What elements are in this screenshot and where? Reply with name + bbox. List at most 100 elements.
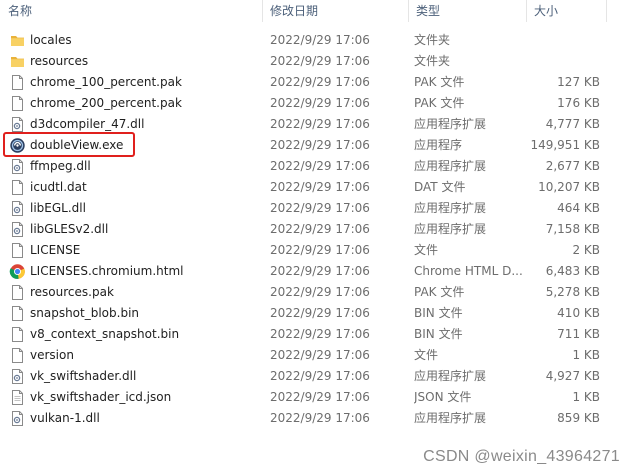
dll-icon [9,200,26,217]
file-size [530,51,600,72]
file-date: 2022/9/29 17:06 [270,96,370,110]
file-size: 711 KB [557,327,600,341]
file-icon [9,242,26,259]
file-size: 4,777 KB [545,117,600,131]
file-date: 2022/9/29 17:06 [270,264,370,278]
file-icon [9,74,26,91]
file-date: 2022/9/29 17:06 [270,117,370,131]
column-header-type[interactable]: 类型 [408,0,526,22]
file-size: 859 KB [557,411,600,425]
file-date: 2022/9/29 17:06 [270,201,370,215]
file-type: 文件夹 [414,54,451,68]
file-row[interactable]: icudtl.dat 2022/9/29 17:06 DAT 文件 10,207 KB [0,177,638,198]
file-icon [9,179,26,196]
column-divider[interactable] [606,0,607,22]
file-name: libGLESv2.dll [30,222,109,236]
folder-icon [9,53,26,70]
file-row[interactable]: chrome_200_percent.pak 2022/9/29 17:06 PAK… [0,93,638,114]
file-date: 2022/9/29 17:06 [270,138,370,152]
file-row[interactable]: libGLESv2.dll 2022/9/29 17:06 应用程序扩展 7,158 … [0,219,638,240]
file-date: 2022/9/29 17:06 [270,411,370,425]
file-name: ffmpeg.dll [30,159,91,173]
file-row[interactable]: chrome_100_percent.pak 2022/9/29 17:06 PAK… [0,72,638,93]
file-size: 2,677 KB [545,159,600,173]
dll-icon [9,410,26,427]
file-name: v8_context_snapshot.bin [30,327,180,341]
file-name: locales [30,33,72,47]
file-icon [9,305,26,322]
file-type: 应用程序扩展 [414,117,487,131]
file-type: 应用程序扩展 [414,159,487,173]
file-size: 10,207 KB [538,180,600,194]
file-type: 文件夹 [414,33,451,47]
file-row[interactable]: LICENSE 2022/9/29 17:06 文件 2 KB [0,240,638,261]
file-row[interactable]: vulkan-1.dll 2022/9/29 17:06 应用程序扩展 859 KB [0,408,638,429]
file-name: LICENSES.chromium.html [30,264,184,278]
file-name: libEGL.dll [30,201,86,215]
file-size: 5,278 KB [545,285,600,299]
file-date: 2022/9/29 17:06 [270,285,370,299]
file-name: chrome_200_percent.pak [30,96,182,110]
file-date: 2022/9/29 17:06 [270,33,370,47]
file-name: chrome_100_percent.pak [30,75,182,89]
file-date: 2022/9/29 17:06 [270,243,370,257]
file-size: 1 KB [572,348,600,362]
file-row[interactable]: resources.pak 2022/9/29 17:06 PAK 文件 5,278 … [0,282,638,303]
file-type: BIN 文件 [414,306,463,320]
file-row[interactable]: resources 2022/9/29 17:06 文件夹 [0,51,638,72]
file-name: vk_swiftshader_icd.json [30,390,172,404]
file-size: 464 KB [557,201,600,215]
file-row[interactable]: snapshot_blob.bin 2022/9/29 17:06 BIN 文件 41… [0,303,638,324]
file-size: 7,158 KB [545,222,600,236]
column-header-bar: 名称 修改日期 类型 大小 [0,0,638,24]
file-type: 应用程序扩展 [414,201,487,215]
file-date: 2022/9/29 17:06 [270,306,370,320]
file-icon [9,326,26,343]
file-name: icudtl.dat [30,180,87,194]
file-size: 127 KB [557,75,600,89]
file-row[interactable]: locales 2022/9/29 17:06 文件夹 [0,30,638,51]
dll-icon [9,116,26,133]
file-type: 应用程序扩展 [414,222,487,236]
dll-icon [9,158,26,175]
file-icon [9,284,26,301]
file-date: 2022/9/29 17:06 [270,180,370,194]
file-type: 文件 [414,348,439,362]
file-type: 应用程序 [414,138,463,152]
highlight-box [3,132,135,157]
dll-icon [9,221,26,238]
file-row[interactable]: vk_swiftshader_icd.json 2022/9/29 17:06 JS… [0,387,638,408]
file-type: PAK 文件 [414,96,465,110]
column-header-name[interactable]: 名称 [0,0,262,22]
file-type: 应用程序扩展 [414,411,487,425]
file-date: 2022/9/29 17:06 [270,327,370,341]
file-row[interactable]: ffmpeg.dll 2022/9/29 17:06 应用程序扩展 2,677 KB [0,156,638,177]
file-size [530,30,600,51]
file-size: 6,483 KB [545,264,600,278]
file-row[interactable]: version 2022/9/29 17:06 文件 1 KB [0,345,638,366]
folder-icon [9,32,26,49]
file-row[interactable]: libEGL.dll 2022/9/29 17:06 应用程序扩展 464 KB [0,198,638,219]
file-icon [9,95,26,112]
file-row[interactable]: vk_swiftshader.dll 2022/9/29 17:06 应用程序扩展 4… [0,366,638,387]
file-name: vulkan-1.dll [30,411,100,425]
file-date: 2022/9/29 17:06 [270,222,370,236]
file-name: snapshot_blob.bin [30,306,140,320]
watermark: CSDN @weixin_43964271 [423,448,620,465]
file-size: 1 KB [572,390,600,404]
column-header-date[interactable]: 修改日期 [262,0,408,22]
file-date: 2022/9/29 17:06 [270,348,370,362]
chrome-icon [9,263,26,280]
file-row[interactable]: LICENSES.chromium.html 2022/9/29 17:06 Chr… [0,261,638,282]
file-date: 2022/9/29 17:06 [270,75,370,89]
file-date: 2022/9/29 17:06 [270,369,370,383]
file-type: DAT 文件 [414,180,466,194]
column-header-size[interactable]: 大小 [526,0,606,22]
file-date: 2022/9/29 17:06 [270,390,370,404]
file-name: resources [30,54,89,68]
file-name: vk_swiftshader.dll [30,369,137,383]
dll-icon [9,368,26,385]
file-row[interactable]: v8_context_snapshot.bin 2022/9/29 17:06 BI… [0,324,638,345]
json-icon [9,389,26,406]
file-date: 2022/9/29 17:06 [270,54,370,68]
